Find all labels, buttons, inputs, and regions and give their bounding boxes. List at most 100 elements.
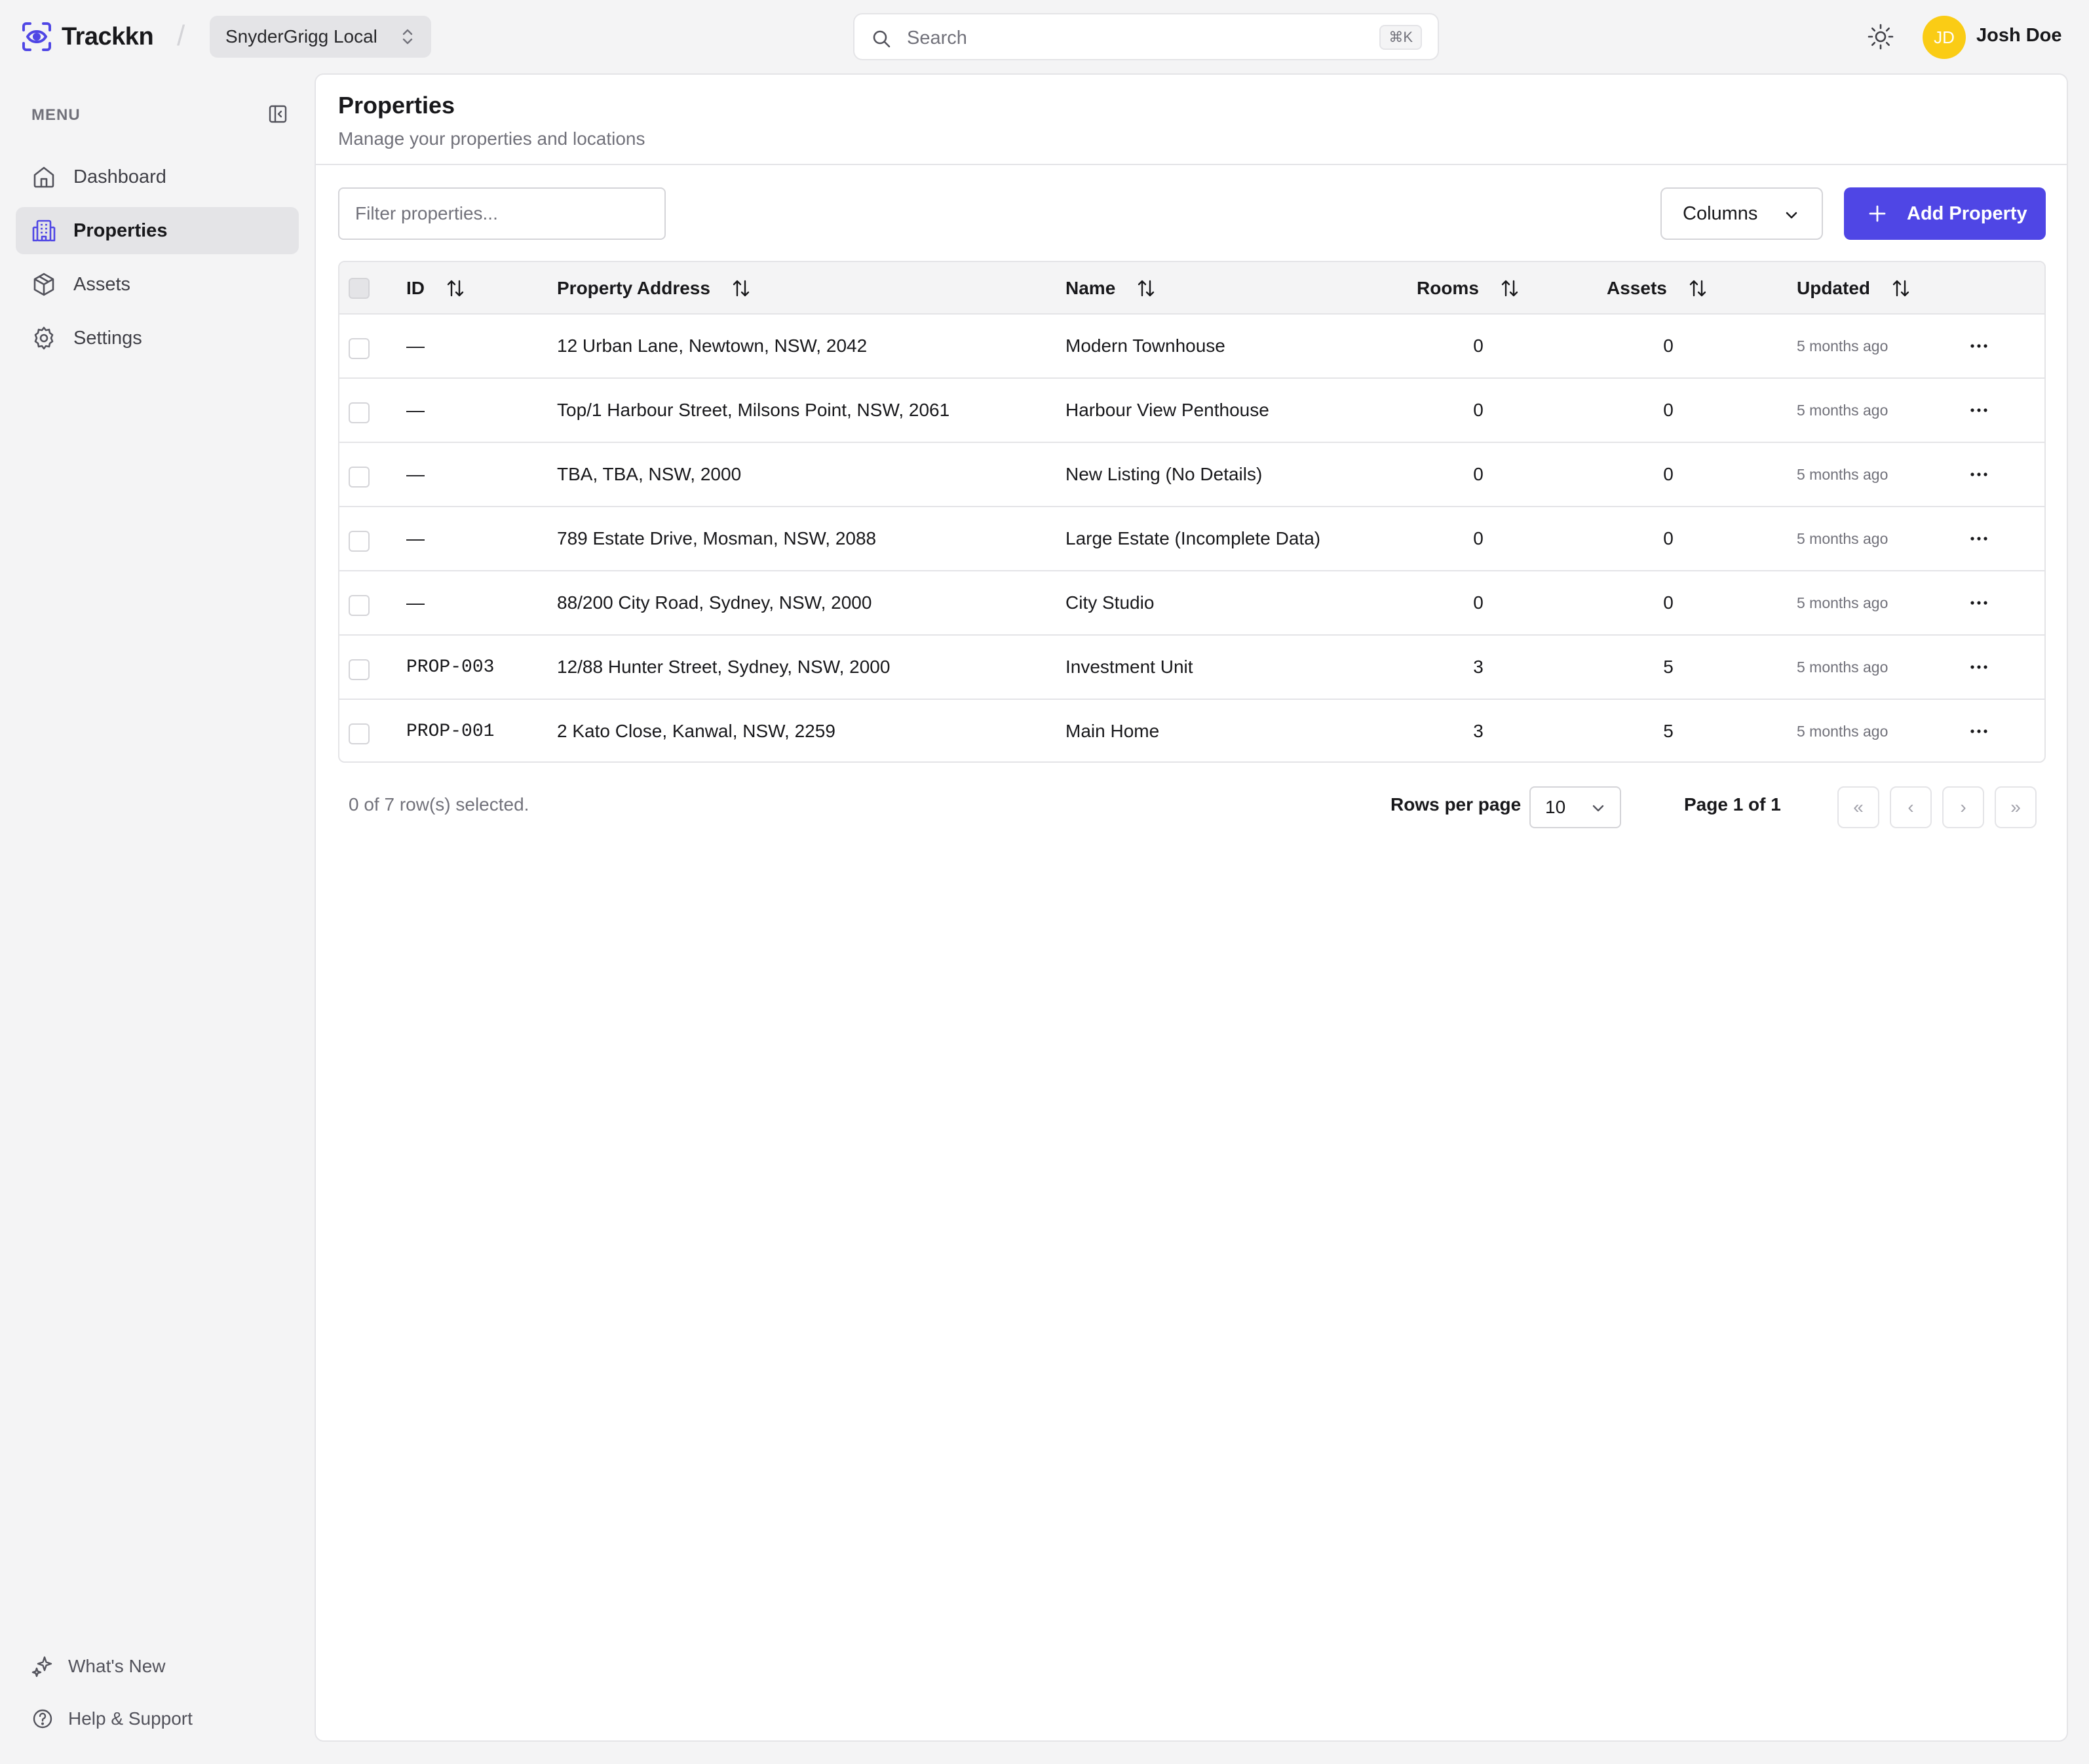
column-header-rooms[interactable]: Rooms	[1417, 262, 1520, 315]
filter-input[interactable]	[338, 187, 666, 240]
app-name: Trackkn	[62, 22, 154, 50]
gear-icon	[34, 326, 54, 350]
breadcrumb-separator: /	[177, 20, 185, 52]
cell-assets: 5	[1663, 721, 1674, 741]
cell-address: 12/88 Hunter Street, Sydney, NSW, 2000	[557, 657, 891, 677]
table-row[interactable]: — Top/1 Harbour Street, Milsons Point, N…	[339, 379, 2044, 443]
page-subtitle: Manage your properties and locations	[338, 128, 645, 149]
more-horizontal-icon[interactable]	[1967, 334, 1991, 358]
sort-icon	[733, 280, 750, 297]
cell-id: —	[406, 464, 425, 484]
sidebar-item-label: Settings	[73, 327, 142, 349]
first-page-button[interactable]: «	[1837, 786, 1879, 828]
help-support-label: Help & Support	[68, 1708, 193, 1729]
cell-assets: 0	[1663, 592, 1674, 613]
cell-address: 789 Estate Drive, Mosman, NSW, 2088	[557, 528, 877, 548]
selection-count: 0 of 7 row(s) selected.	[349, 794, 529, 815]
sort-icon	[447, 280, 464, 297]
cell-id: PROP-003	[406, 657, 495, 678]
chevron-down-icon	[1786, 212, 1797, 219]
select-all-checkbox[interactable]	[349, 278, 370, 299]
add-property-button[interactable]: Add Property	[1844, 187, 2046, 240]
row-checkbox[interactable]	[349, 531, 370, 552]
row-checkbox[interactable]	[349, 467, 370, 488]
chevrons-up-down-icon	[402, 29, 413, 45]
column-header-updated[interactable]: Updated	[1797, 262, 1911, 315]
cell-assets: 0	[1663, 336, 1674, 356]
column-header-address[interactable]: Property Address	[557, 262, 751, 315]
table-row[interactable]: — 789 Estate Drive, Mosman, NSW, 2088 La…	[339, 507, 2044, 571]
cell-updated: 5 months ago	[1797, 722, 1888, 740]
cell-assets: 0	[1663, 528, 1674, 548]
column-header-label: Assets	[1607, 278, 1667, 298]
more-horizontal-icon[interactable]	[1967, 398, 1991, 422]
whats-new-link[interactable]: What's New	[31, 1650, 166, 1683]
prev-page-button[interactable]: ‹	[1890, 786, 1932, 828]
avatar[interactable]: JD	[1923, 16, 1966, 59]
global-search[interactable]: Search ⌘K	[853, 13, 1439, 60]
cell-assets: 0	[1663, 464, 1674, 484]
cell-address: 12 Urban Lane, Newtown, NSW, 2042	[557, 336, 868, 356]
table-row[interactable]: PROP-001 2 Kato Close, Kanwal, NSW, 2259…	[339, 700, 2044, 761]
rows-per-page-select[interactable]: 10	[1529, 786, 1621, 828]
workspace-switcher[interactable]: SnyderGrigg Local	[210, 16, 431, 58]
workspace-name: SnyderGrigg Local	[225, 26, 377, 47]
cell-id: —	[406, 528, 425, 548]
sort-icon	[1138, 280, 1155, 297]
table-row[interactable]: — 88/200 City Road, Sydney, NSW, 2000 Ci…	[339, 571, 2044, 636]
cell-updated: 5 months ago	[1797, 658, 1888, 676]
chevron-down-icon	[1592, 805, 1604, 812]
column-header-label: Updated	[1797, 278, 1870, 298]
more-horizontal-icon[interactable]	[1967, 591, 1991, 615]
row-checkbox[interactable]	[349, 723, 370, 744]
more-horizontal-icon[interactable]	[1967, 463, 1991, 486]
more-horizontal-icon[interactable]	[1967, 655, 1991, 679]
help-support-link[interactable]: Help & Support	[31, 1702, 193, 1735]
table-row[interactable]: PROP-003 12/88 Hunter Street, Sydney, NS…	[339, 636, 2044, 700]
sidebar-item-settings[interactable]: Settings	[16, 315, 299, 362]
plus-icon	[1869, 205, 1886, 222]
row-checkbox[interactable]	[349, 402, 370, 423]
cell-assets: 0	[1663, 400, 1674, 420]
columns-button[interactable]: Columns	[1660, 187, 1823, 240]
column-header-assets[interactable]: Assets	[1607, 262, 1708, 315]
column-header-id[interactable]: ID	[406, 262, 465, 315]
sun-icon[interactable]	[1865, 21, 1896, 52]
page-title: Properties	[338, 92, 455, 119]
sidebar-item-label: Assets	[73, 273, 131, 295]
column-header-name[interactable]: Name	[1065, 262, 1156, 315]
search-shortcut: ⌘K	[1379, 25, 1422, 50]
cell-rooms: 0	[1473, 400, 1484, 420]
cell-updated: 5 months ago	[1797, 465, 1888, 483]
sidebar-collapse-icon[interactable]	[267, 104, 288, 125]
sparkles-icon	[31, 1656, 52, 1678]
sidebar: MENU Dashboard Properties Assets Setting…	[0, 73, 315, 1764]
sidebar-item-dashboard[interactable]: Dashboard	[16, 153, 299, 201]
user-name[interactable]: Josh Doe	[1976, 25, 2062, 47]
cell-updated: 5 months ago	[1797, 337, 1888, 355]
cell-rooms: 0	[1473, 464, 1484, 484]
row-checkbox[interactable]	[349, 595, 370, 616]
table-row[interactable]: — 12 Urban Lane, Newtown, NSW, 2042 Mode…	[339, 315, 2044, 379]
column-header-label: Name	[1065, 278, 1116, 298]
search-icon	[873, 30, 891, 48]
table-row[interactable]: — TBA, TBA, NSW, 2000 New Listing (No De…	[339, 443, 2044, 507]
last-page-button[interactable]: »	[1995, 786, 2037, 828]
more-horizontal-icon[interactable]	[1967, 719, 1991, 743]
sidebar-item-assets[interactable]: Assets	[16, 261, 299, 308]
cell-name: Harbour View Penthouse	[1065, 400, 1269, 420]
row-checkbox[interactable]	[349, 338, 370, 359]
app-logo[interactable]: Trackkn	[21, 18, 154, 55]
rows-per-page-value: 10	[1545, 797, 1566, 817]
cell-updated: 5 months ago	[1797, 594, 1888, 611]
eye-scan-icon	[22, 22, 51, 51]
cell-address: TBA, TBA, NSW, 2000	[557, 464, 742, 484]
column-header-label: Property Address	[557, 278, 710, 298]
column-header-label: Rooms	[1417, 278, 1479, 298]
sidebar-item-properties[interactable]: Properties	[16, 207, 299, 254]
cell-name: Modern Townhouse	[1065, 336, 1225, 356]
sort-icon	[1689, 280, 1706, 297]
next-page-button[interactable]: ›	[1942, 786, 1984, 828]
more-horizontal-icon[interactable]	[1967, 527, 1991, 550]
row-checkbox[interactable]	[349, 659, 370, 680]
